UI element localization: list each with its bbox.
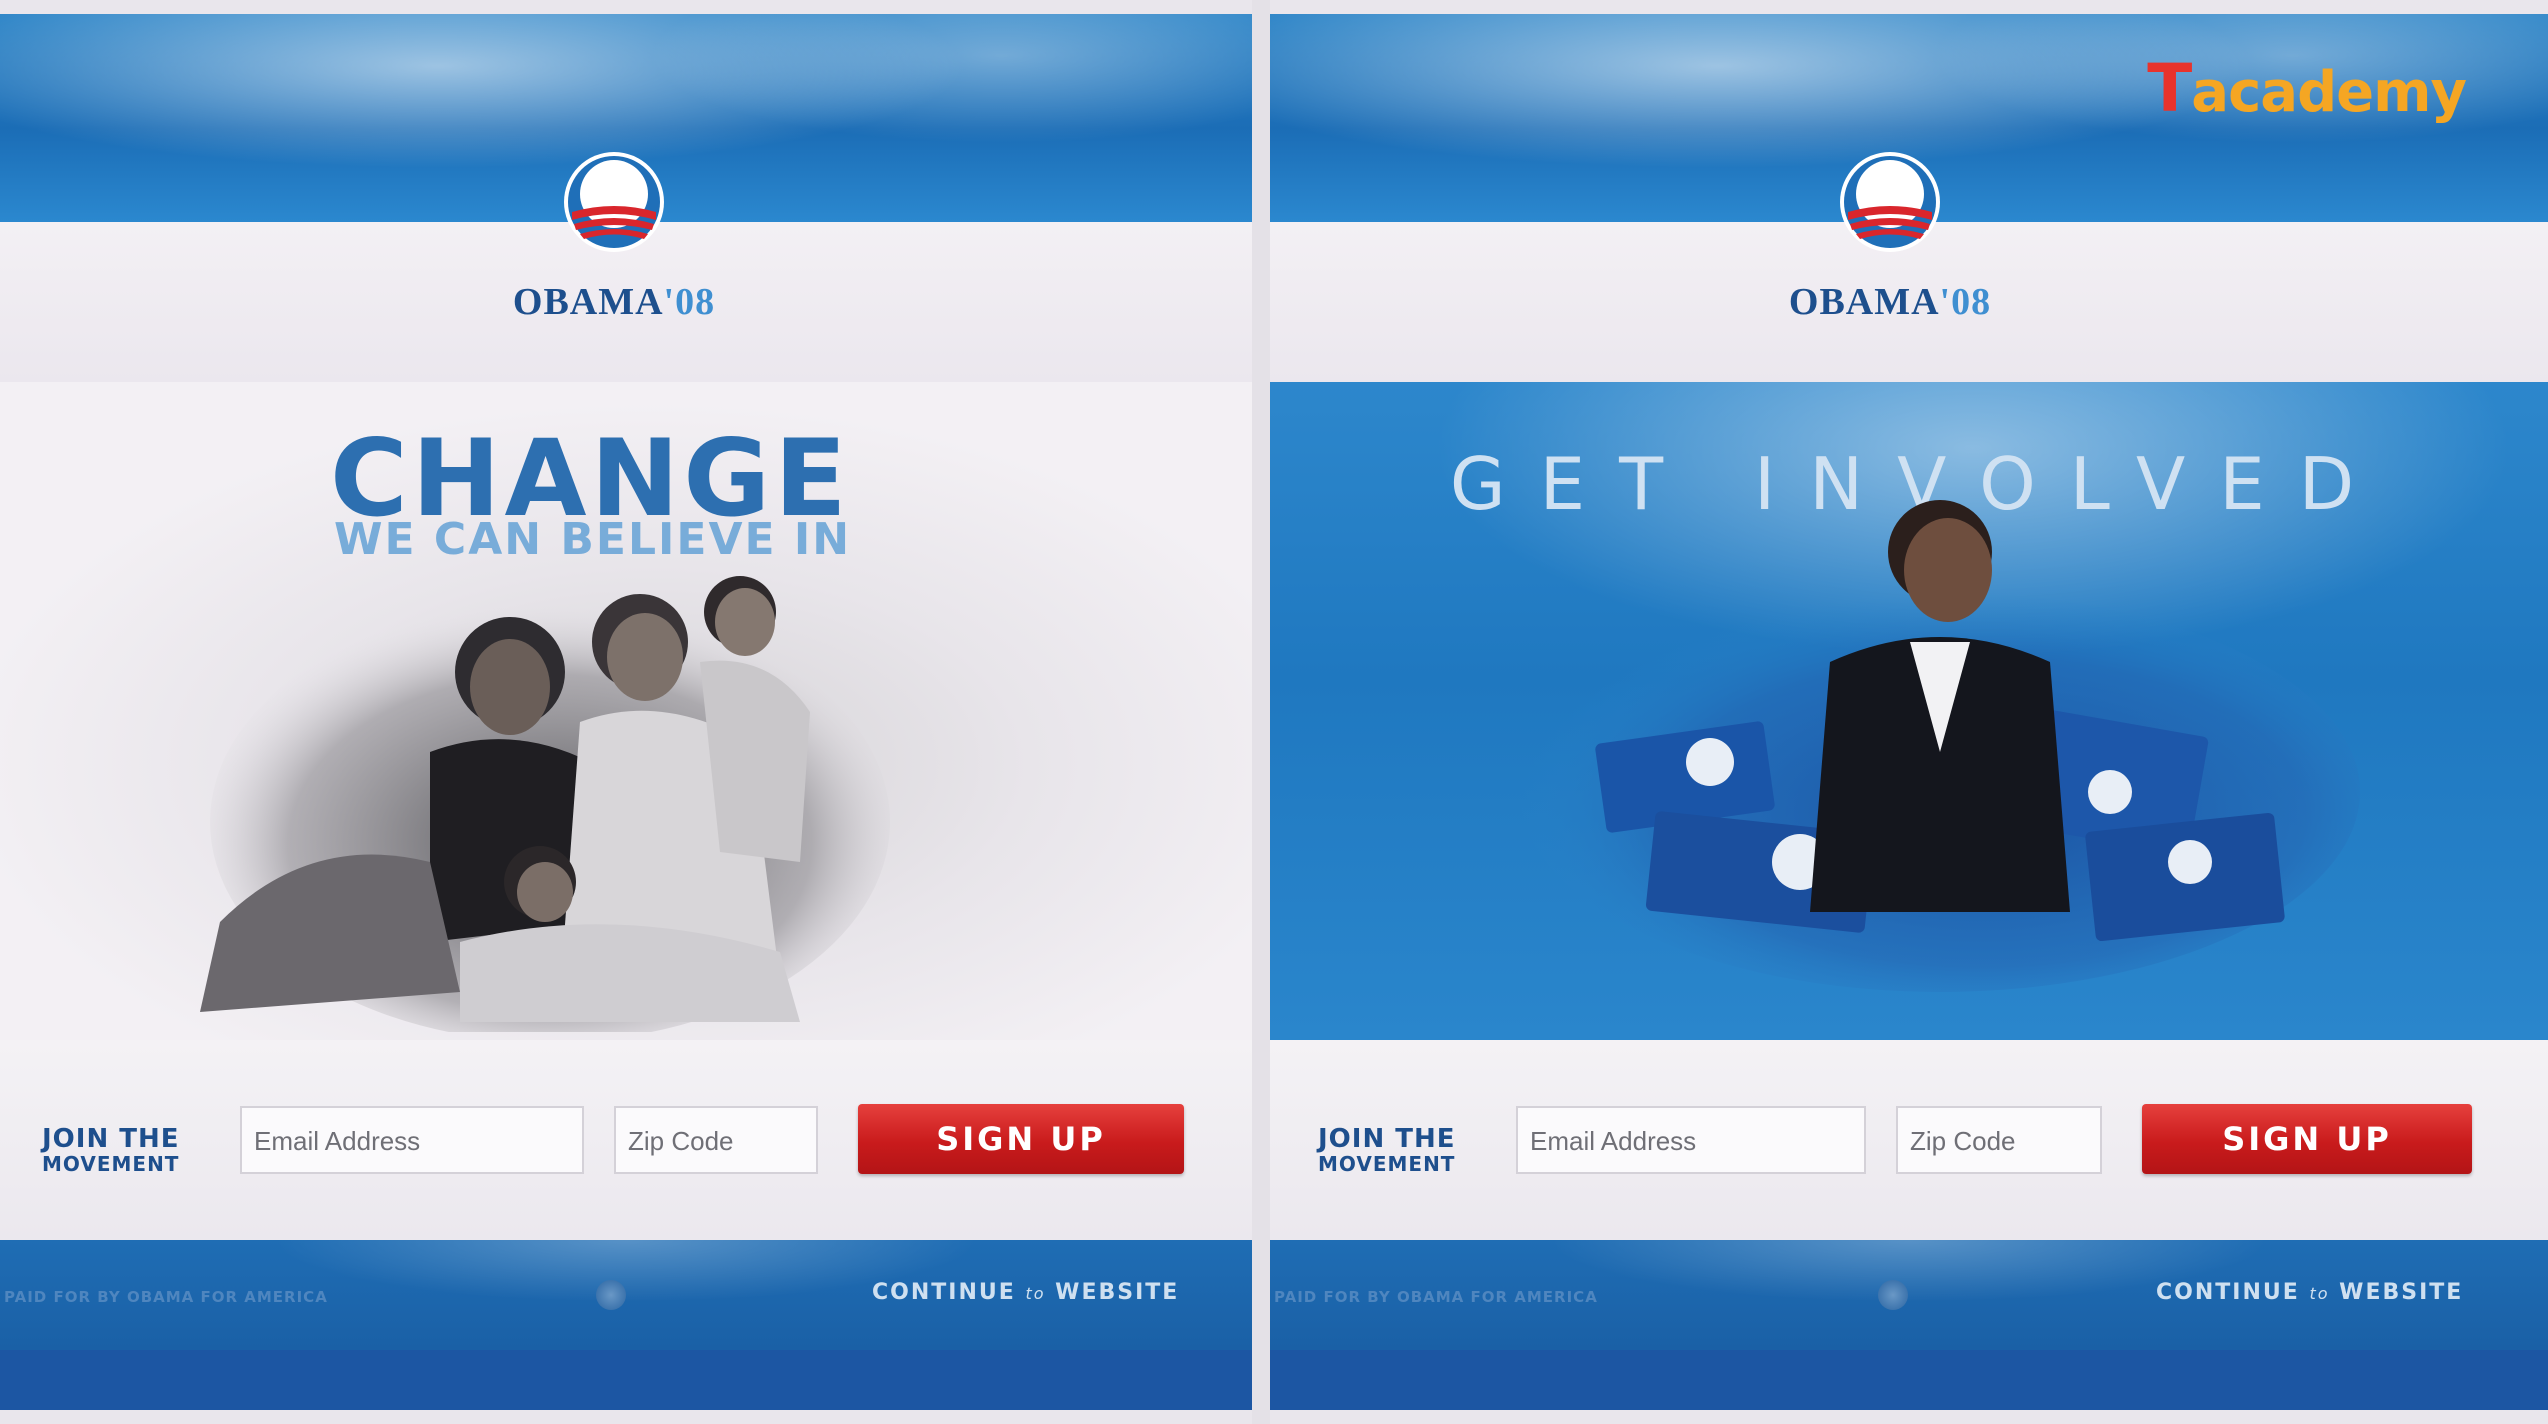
footer-bar: PAID FOR BY OBAMA FOR AMERICA CONTINUE t… <box>1270 1240 2548 1350</box>
join-label-line1: JOIN THE <box>1318 1124 1456 1154</box>
join-label-line2: MOVEMENT <box>42 1152 180 1176</box>
website-word: WEBSITE <box>1055 1280 1180 1305</box>
signup-bar: JOIN THE MOVEMENT Email Address Zip Code… <box>0 1040 1252 1240</box>
continue-word: CONTINUE <box>2156 1280 2300 1305</box>
obama-rising-sun-icon <box>564 152 664 252</box>
continue-to-word: to <box>2309 1284 2330 1303</box>
join-the-movement-label: JOIN THE MOVEMENT <box>42 1126 222 1174</box>
hero-subheadline: WE CAN BELIEVE IN <box>334 514 852 565</box>
brand-academy: academy <box>2191 60 2467 125</box>
footer-bottom-band <box>1270 1350 2548 1410</box>
rally-photo <box>1520 500 2360 992</box>
continue-word: CONTINUE <box>872 1280 1016 1305</box>
email-field[interactable]: Email Address <box>240 1106 584 1174</box>
hero-section: GET INVOLVED <box>1270 382 2548 1040</box>
continue-to-word: to <box>1025 1284 1046 1303</box>
hero-section: CHANGE WE CAN BELIEVE IN <box>0 382 1252 1040</box>
join-label-line2: MOVEMENT <box>1318 1152 1456 1176</box>
brand-t: T <box>2147 50 2192 127</box>
email-field[interactable]: Email Address <box>1516 1106 1866 1174</box>
zip-code-field[interactable]: Zip Code <box>614 1106 818 1174</box>
paid-for-disclaimer: PAID FOR BY OBAMA FOR AMERICA <box>4 1288 328 1306</box>
footer-bar: PAID FOR BY OBAMA FOR AMERICA CONTINUE t… <box>0 1240 1252 1350</box>
obama-08-wordmark: OBAMA'08 <box>494 280 734 324</box>
obama-rising-sun-icon <box>1840 152 1940 252</box>
panel-divider <box>1252 0 1270 1424</box>
seal-icon <box>1878 1280 1908 1310</box>
footer-bottom-band <box>0 1350 1252 1410</box>
continue-to-website-link[interactable]: CONTINUE to WEBSITE <box>2156 1280 2463 1305</box>
sign-up-button[interactable]: SIGN UP <box>2142 1104 2472 1174</box>
logo-year: '08 <box>1939 281 1992 323</box>
logo-year: '08 <box>663 281 716 323</box>
join-label-line1: JOIN THE <box>42 1124 180 1154</box>
logo-name: OBAMA <box>1788 281 1940 323</box>
signup-bar: JOIN THE MOVEMENT Email Address Zip Code… <box>1270 1040 2548 1240</box>
obama-08-wordmark: OBAMA'08 <box>1770 280 2010 324</box>
sign-up-button[interactable]: SIGN UP <box>858 1104 1184 1174</box>
continue-to-website-link[interactable]: CONTINUE to WEBSITE <box>872 1280 1179 1305</box>
zip-code-field[interactable]: Zip Code <box>1896 1106 2102 1174</box>
paid-for-disclaimer: PAID FOR BY OBAMA FOR AMERICA <box>1274 1288 1598 1306</box>
obama-08-logo: OBAMA'08 <box>494 150 734 340</box>
t-academy-watermark: Tacademy <box>2147 50 2467 127</box>
obama-08-logo: OBAMA'08 <box>1770 150 2010 340</box>
join-the-movement-label: JOIN THE MOVEMENT <box>1318 1126 1498 1174</box>
seal-icon <box>596 1280 626 1310</box>
website-word: WEBSITE <box>2339 1280 2464 1305</box>
family-photo <box>200 576 890 1032</box>
logo-name: OBAMA <box>512 281 664 323</box>
